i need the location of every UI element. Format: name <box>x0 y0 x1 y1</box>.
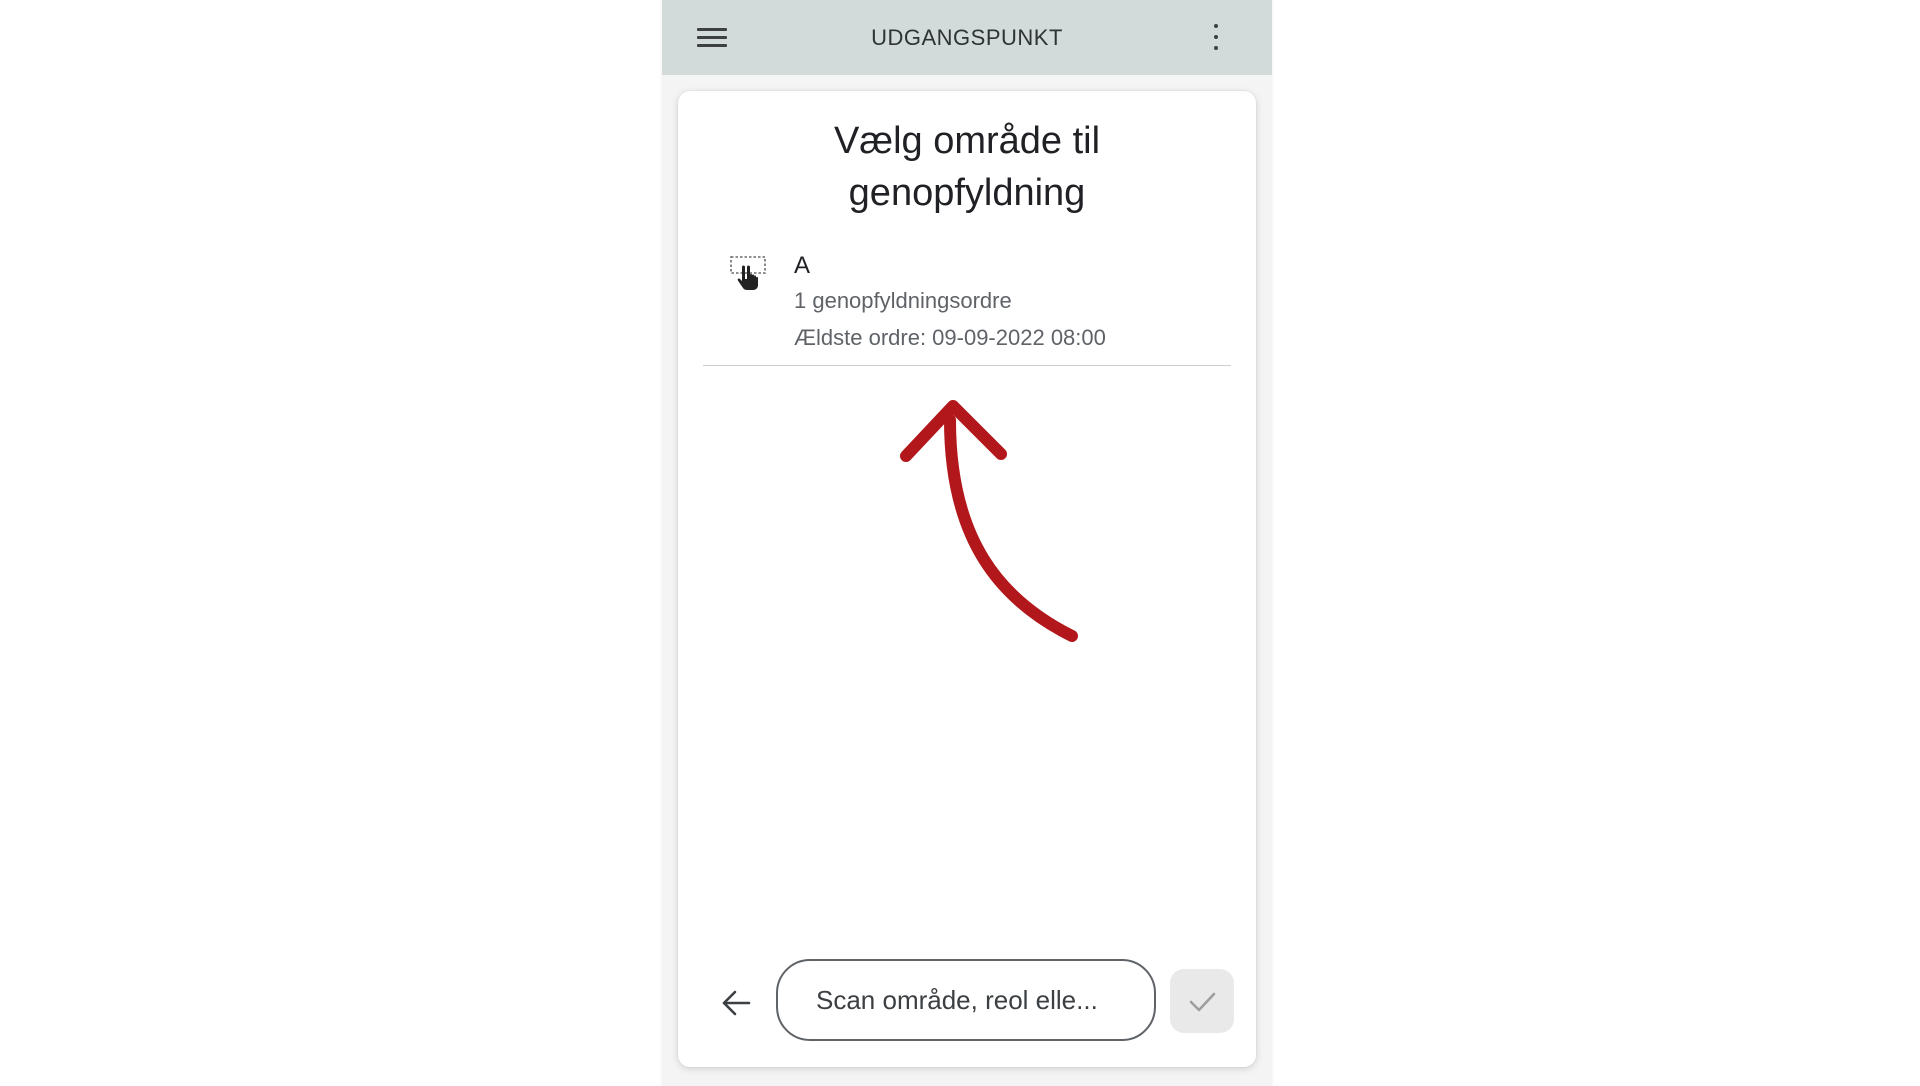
area-name: A <box>794 252 811 279</box>
app-bar-title: UDGANGSPUNKT <box>871 25 1063 50</box>
app-bar: UDGANGSPUNKT <box>662 0 1272 75</box>
area-list-item-a[interactable]: A 1 genopfyldningsordre Ældste ordre: 09… <box>703 246 1231 366</box>
select-area-hand-icon <box>730 256 766 290</box>
app-screen: UDGANGSPUNKT Vælg område til genopfyldni… <box>662 0 1272 1086</box>
order-count: 1 genopfyldningsordre <box>794 288 1012 313</box>
checkmark-icon <box>1189 992 1216 1012</box>
scan-input[interactable] <box>776 959 1156 1041</box>
list-divider <box>703 365 1231 366</box>
more-vertical-icon[interactable] <box>1202 18 1230 58</box>
oldest-order: Ældste ordre: 09-09-2022 08:00 <box>794 325 1106 350</box>
content-card: Vælg område til genopfyldning A 1 genopf… <box>678 91 1256 1067</box>
hamburger-menu-icon[interactable] <box>694 20 730 56</box>
confirm-button[interactable] <box>1170 969 1234 1033</box>
arrow-left-icon[interactable] <box>716 983 756 1023</box>
page-title: Vælg område til genopfyldning <box>833 120 1101 214</box>
